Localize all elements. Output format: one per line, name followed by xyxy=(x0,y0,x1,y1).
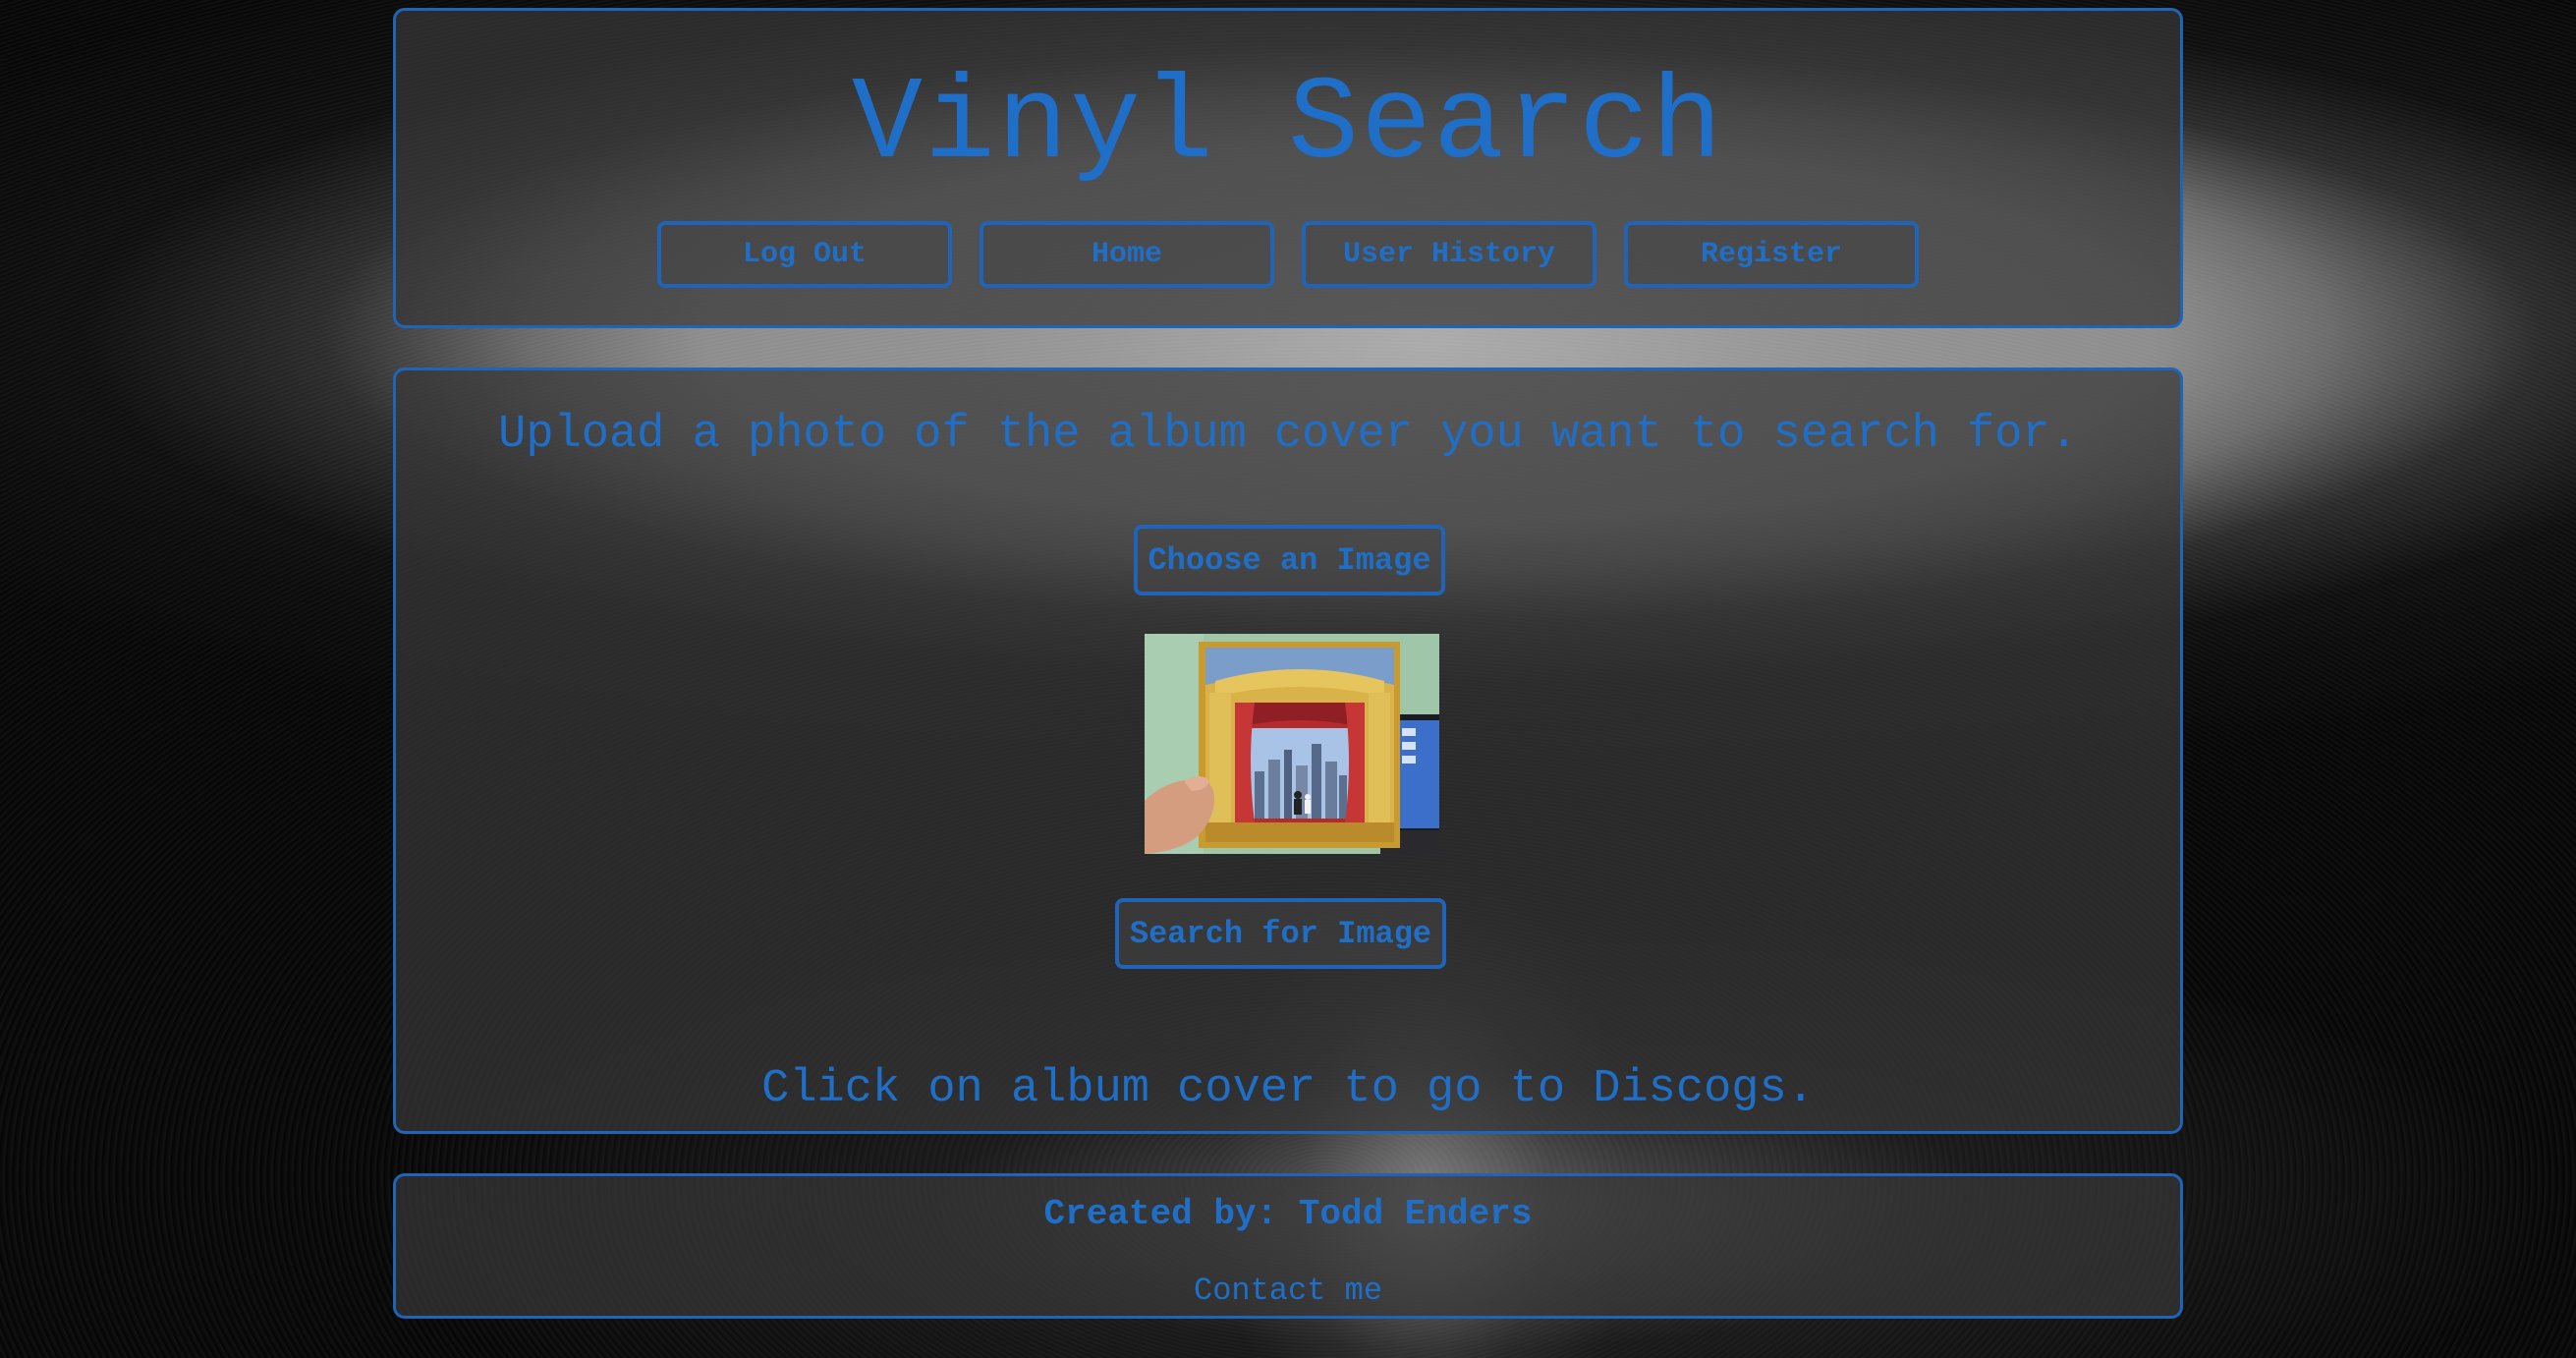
discogs-hint: Click on album cover to go to Discogs. xyxy=(761,1063,1815,1115)
author-credit: Created by: Todd Enders xyxy=(1043,1194,1533,1234)
search-for-image-button[interactable]: Search for Image xyxy=(1115,898,1446,969)
upload-panel: Upload a photo of the album cover you wa… xyxy=(393,368,2183,1134)
upload-instructions: Upload a photo of the album cover you wa… xyxy=(498,409,2078,461)
nav-bar: Log Out Home User History Register xyxy=(396,221,2180,288)
site-title: Vinyl Search xyxy=(851,59,1725,193)
album-cover-photo-icon xyxy=(1145,634,1439,854)
choose-image-button[interactable]: Choose an Image xyxy=(1134,525,1445,595)
register-button[interactable]: Register xyxy=(1624,221,1919,288)
home-button[interactable]: Home xyxy=(980,221,1274,288)
contact-link[interactable]: Contact me xyxy=(396,1273,2180,1309)
header-panel: Vinyl Search Log Out Home User History R… xyxy=(393,8,2183,328)
user-history-button[interactable]: User History xyxy=(1302,221,1596,288)
footer-panel: Created by: Todd Enders Contact me xyxy=(393,1173,2183,1319)
page: Vinyl Search Log Out Home User History R… xyxy=(0,0,2576,1358)
album-cover-thumbnail[interactable] xyxy=(1145,634,1439,854)
log-out-button[interactable]: Log Out xyxy=(657,221,952,288)
